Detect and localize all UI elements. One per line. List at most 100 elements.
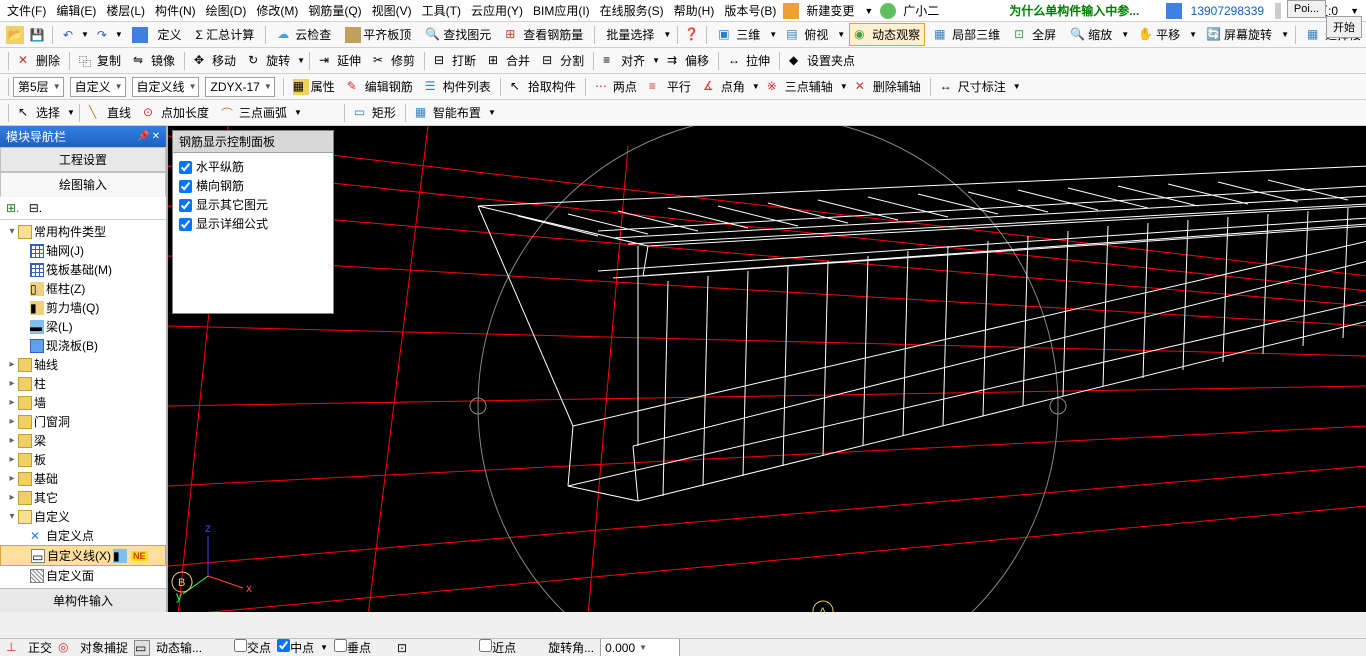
floor-dropdown[interactable]: 第5层▼: [13, 77, 64, 97]
zoom-btn[interactable]: 🔍缩放: [1065, 23, 1117, 46]
chk-show-other[interactable]: 显示其它图元: [179, 195, 327, 214]
split-btn[interactable]: ⊟分割: [537, 49, 589, 72]
3d-canvas[interactable]: z x y A B: [168, 126, 1366, 612]
menu-edit[interactable]: 编辑(E): [53, 1, 99, 20]
menu-bim[interactable]: BIM应用(I): [530, 1, 593, 20]
menu-rebar[interactable]: 钢筋量(Q): [305, 1, 364, 20]
tree-beam-l[interactable]: ▬梁(L): [0, 317, 166, 336]
pin-icon[interactable]: 📌: [137, 131, 149, 142]
three-aux-btn[interactable]: ※三点辅轴: [762, 75, 838, 98]
tree-wall-group[interactable]: ▸墙: [0, 393, 166, 412]
merge-btn[interactable]: ⊞合并: [483, 49, 535, 72]
save-icon[interactable]: 💾: [28, 26, 46, 44]
osnap-icon[interactable]: ◎: [58, 640, 74, 656]
menu-floor[interactable]: 楼层(L): [103, 1, 148, 20]
undo-icon[interactable]: ↶: [59, 26, 77, 44]
extend-btn[interactable]: ⇥延伸: [314, 49, 366, 72]
align-btn[interactable]: ≡对齐: [598, 49, 650, 72]
line-btn[interactable]: ╲直线: [84, 101, 136, 124]
check-rebar-btn[interactable]: ⊞查看钢筋量: [500, 23, 588, 46]
close-panel-icon[interactable]: ✕: [152, 131, 160, 142]
tab-draw-input[interactable]: 绘图输入: [0, 172, 166, 197]
select-btn[interactable]: ↖选择: [13, 101, 65, 124]
start-btn[interactable]: 开始: [1326, 16, 1362, 38]
tree-custom-face[interactable]: 自定义面: [0, 566, 166, 585]
rect-btn[interactable]: ▭矩形: [349, 101, 401, 124]
dyn-icon[interactable]: ▭: [134, 640, 150, 656]
copy-btn[interactable]: ⿻复制: [74, 49, 126, 72]
menu-component[interactable]: 构件(N): [152, 1, 199, 20]
define-btn[interactable]: 定义: [152, 23, 186, 46]
offset-btn[interactable]: ⇉偏移: [662, 49, 714, 72]
delete-btn[interactable]: ✕删除: [13, 49, 65, 72]
chk-horizontal-rebar[interactable]: 水平纵筋: [179, 157, 327, 176]
tree-raft[interactable]: 筏板基础(M): [0, 260, 166, 279]
3d-viewport[interactable]: 钢筋显示控制面板 水平纵筋 横向钢筋 显示其它图元 显示详细公式: [168, 126, 1366, 612]
menu-file[interactable]: 文件(F): [4, 1, 49, 20]
collapse-all-icon[interactable]: ⊟.: [29, 201, 42, 215]
pan-btn[interactable]: ✋平移: [1133, 23, 1185, 46]
chk-show-detail[interactable]: 显示详细公式: [179, 214, 327, 233]
tree-frame-col[interactable]: ▯框柱(Z): [0, 279, 166, 298]
move-btn[interactable]: ✥移动: [189, 49, 241, 72]
snap-perp[interactable]: 垂点: [334, 639, 371, 656]
open-icon[interactable]: 📂: [6, 26, 24, 44]
point-angle-btn[interactable]: ∡点角: [698, 75, 750, 98]
fullscreen-btn[interactable]: ⊡全屏: [1009, 23, 1061, 46]
tree-opening-group[interactable]: ▸门窗洞: [0, 412, 166, 431]
tree-custom-group[interactable]: ▾自定义: [0, 507, 166, 526]
tree-column-group[interactable]: ▸柱: [0, 374, 166, 393]
dyn-input-label[interactable]: 动态输...: [156, 639, 202, 656]
component-dropdown[interactable]: ZDYX-17▼: [205, 77, 274, 97]
pick-component-btn[interactable]: ↖拾取构件: [505, 75, 581, 98]
ortho-icon[interactable]: ⊥: [6, 640, 22, 656]
top-view-btn[interactable]: ▤俯视: [781, 23, 833, 46]
chk-transverse-rebar[interactable]: 横向钢筋: [179, 176, 327, 195]
tree-other-group[interactable]: ▸其它: [0, 488, 166, 507]
menu-version[interactable]: 版本号(B): [721, 1, 779, 20]
snap-near[interactable]: 近点: [479, 639, 516, 656]
component-list-btn[interactable]: ☰构件列表: [420, 75, 496, 98]
screen-rotate-btn[interactable]: 🔄屏幕旋转: [1201, 23, 1277, 46]
rot-angle-input[interactable]: 0.000▼: [600, 638, 680, 656]
tree-foundation-group[interactable]: ▸基础: [0, 469, 166, 488]
menu-online[interactable]: 在线服务(S): [597, 1, 667, 20]
redo-icon[interactable]: ↷: [93, 26, 111, 44]
menu-draw[interactable]: 绘图(D): [203, 1, 250, 20]
set-grip-btn[interactable]: ◆设置夹点: [784, 49, 860, 72]
flat-top-btn[interactable]: 平齐板顶: [340, 23, 416, 46]
user-id[interactable]: 13907298339: [1188, 3, 1267, 19]
stretch-btn[interactable]: ↔拉伸: [723, 49, 775, 72]
subcat-dropdown[interactable]: 自定义线▼: [132, 77, 200, 97]
tree-shear-wall[interactable]: ▮剪力墙(Q): [0, 298, 166, 317]
category-dropdown[interactable]: 自定义▼: [70, 77, 126, 97]
ortho-label[interactable]: 正交: [28, 639, 52, 656]
osnap-label[interactable]: 对象捕捉: [80, 639, 128, 656]
parallel-btn[interactable]: ≡平行: [644, 75, 696, 98]
new-change-btn[interactable]: 新建变更: [803, 1, 857, 20]
attribute-btn[interactable]: ▦属性: [288, 75, 340, 98]
hint-text[interactable]: 为什么单构件输入中参...: [1006, 1, 1142, 20]
tree-custom-point[interactable]: ✕自定义点: [0, 526, 166, 545]
menu-cloud[interactable]: 云应用(Y): [468, 1, 526, 20]
two-point-btn[interactable]: ⋯两点: [590, 75, 642, 98]
poi-btn[interactable]: Poi...: [1287, 0, 1326, 18]
tree-cast-slab[interactable]: 现浇板(B): [0, 336, 166, 355]
delete-aux-btn[interactable]: ✕删除辅轴: [850, 75, 926, 98]
snap-mid[interactable]: 中点: [277, 639, 314, 656]
rotate-btn[interactable]: ↻旋转: [243, 49, 295, 72]
mirror-btn[interactable]: ⇋镜像: [128, 49, 180, 72]
menu-view[interactable]: 视图(V): [369, 1, 415, 20]
tree-axis-net[interactable]: 轴网(J): [0, 241, 166, 260]
expand-all-icon[interactable]: ⊞.: [6, 201, 19, 215]
break-btn[interactable]: ⊟打断: [429, 49, 481, 72]
tree-beam-group[interactable]: ▸梁: [0, 431, 166, 450]
tree-common[interactable]: ▾常用构件类型: [0, 222, 166, 241]
dimension-btn[interactable]: ↔尺寸标注: [935, 75, 1011, 98]
help-icon[interactable]: ❓: [684, 27, 700, 43]
tree-slab-group[interactable]: ▸板: [0, 450, 166, 469]
summary-btn[interactable]: Σ 汇总计算: [190, 23, 259, 46]
local-3d-btn[interactable]: ▦局部三维: [929, 23, 1005, 46]
add-length-btn[interactable]: ⊙点加长度: [138, 101, 214, 124]
snap-cross[interactable]: 交点: [234, 639, 271, 656]
